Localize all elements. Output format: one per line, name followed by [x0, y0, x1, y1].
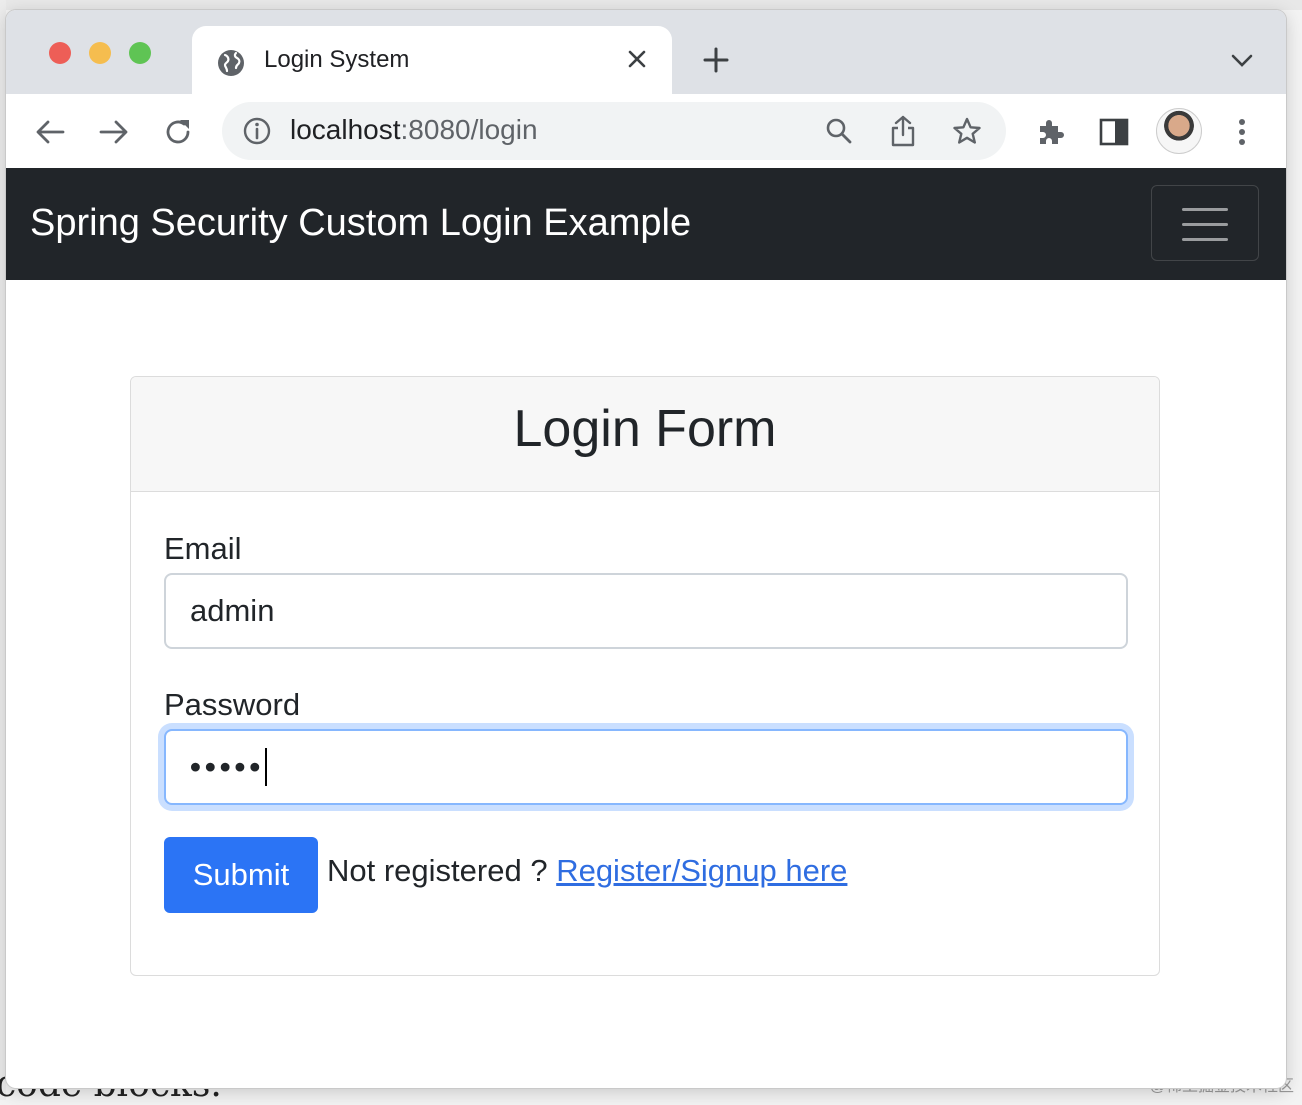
- search-icon: [826, 118, 852, 144]
- sidebar-button[interactable]: [1092, 110, 1136, 154]
- password-value: •••••: [190, 749, 265, 784]
- form-title: Login Form: [513, 400, 777, 458]
- register-prompt: Not registered ? Register/Signup here: [327, 853, 847, 889]
- info-icon[interactable]: [242, 116, 272, 146]
- tab-title: Login System: [264, 46, 410, 73]
- close-icon: [628, 50, 646, 68]
- new-tab-button[interactable]: [696, 40, 736, 80]
- password-label: Password: [164, 687, 301, 722]
- extensions-icon: [1040, 120, 1064, 144]
- register-link[interactable]: Register/Signup here: [556, 853, 847, 888]
- chevron-down-icon: [1231, 54, 1253, 67]
- password-field[interactable]: •••••: [164, 729, 1128, 805]
- address-bar[interactable]: localhost:8080/login: [222, 102, 1006, 160]
- forward-button[interactable]: [92, 110, 136, 154]
- plus-icon: [703, 47, 729, 73]
- tab-close-button[interactable]: [620, 42, 654, 76]
- bookmark-button[interactable]: [946, 110, 988, 152]
- back-button[interactable]: [28, 110, 72, 154]
- browser-tab[interactable]: Login System: [192, 26, 672, 94]
- title-bar: Login System: [6, 10, 1286, 94]
- globe-icon: [218, 50, 244, 76]
- search-button[interactable]: [818, 110, 860, 152]
- navbar-toggler-button[interactable]: [1151, 185, 1259, 261]
- url-host: localhost: [290, 114, 401, 145]
- window-maximize-button[interactable]: [129, 42, 151, 64]
- url-path: :8080/login: [400, 114, 538, 145]
- navbar-brand[interactable]: Spring Security Custom Login Example: [30, 202, 691, 245]
- browser-window: Login System localhost:8080/login Spring…: [6, 10, 1286, 1088]
- reload-icon: [166, 120, 190, 144]
- hamburger-icon-bar: [1182, 223, 1228, 226]
- browser-menu-button[interactable]: [1220, 110, 1264, 154]
- star-icon: [953, 117, 981, 144]
- email-field[interactable]: admin: [164, 573, 1128, 649]
- window-minimize-button[interactable]: [89, 42, 111, 64]
- sidebar-icon: [1099, 118, 1129, 146]
- browser-toolbar: localhost:8080/login: [6, 94, 1286, 169]
- hamburger-icon-bar: [1182, 238, 1228, 241]
- not-registered-text: Not registered ?: [327, 853, 548, 888]
- hamburger-icon-bar: [1182, 208, 1228, 211]
- menu-icon: [1239, 119, 1245, 145]
- share-icon: [891, 115, 915, 147]
- back-icon: [36, 120, 65, 144]
- card-header: Login Form: [131, 377, 1159, 492]
- reload-button[interactable]: [156, 110, 200, 154]
- share-button[interactable]: [882, 110, 924, 152]
- forward-icon: [99, 120, 128, 144]
- submit-button[interactable]: Submit: [164, 837, 318, 913]
- navbar: Spring Security Custom Login Example: [6, 168, 1286, 280]
- avatar[interactable]: [1156, 108, 1202, 154]
- extensions-button[interactable]: [1028, 110, 1072, 154]
- window-close-button[interactable]: [49, 42, 71, 64]
- email-label: Email: [164, 531, 242, 566]
- tab-search-button[interactable]: [1222, 44, 1262, 78]
- text-caret: [265, 748, 268, 786]
- desktop-background-strip: [0, 0, 1302, 10]
- url-text[interactable]: localhost:8080/login: [290, 114, 538, 146]
- email-value: admin: [190, 593, 275, 628]
- login-card: Login Form Email admin Password ••••• Su…: [130, 376, 1160, 976]
